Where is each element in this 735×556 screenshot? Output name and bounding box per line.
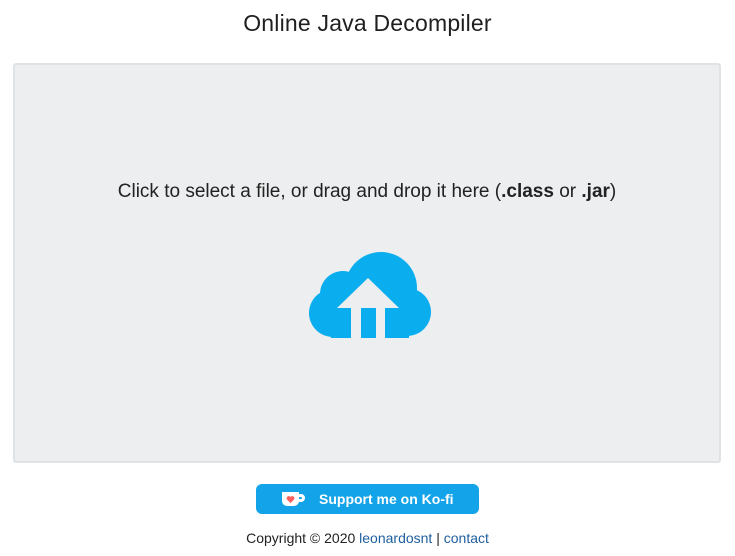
author-link[interactable]: leonardosnt	[359, 530, 432, 546]
dropzone-close-paren: )	[609, 181, 617, 202]
kofi-button-label: Support me on Ko-fi	[319, 491, 454, 507]
footer-separator: |	[432, 530, 444, 546]
dropzone-prompt-text: Click to select a file, or drag and drop…	[117, 181, 502, 202]
page-title: Online Java Decompiler	[243, 10, 492, 36]
dropzone-prompt: Click to select a file, or drag and drop…	[15, 181, 719, 203]
page: Online Java Decompiler Click to select a…	[0, 0, 735, 556]
copyright-text: Copyright © 2020	[246, 530, 360, 546]
kofi-support-button[interactable]: Support me on Ko-fi	[256, 484, 479, 514]
class-extension: .class	[501, 181, 554, 202]
jar-extension: .jar	[581, 181, 610, 202]
kofi-cup-icon	[282, 492, 305, 506]
cloud-upload-icon[interactable]	[303, 250, 433, 338]
contact-link[interactable]: contact	[444, 530, 489, 546]
file-dropzone[interactable]: Click to select a file, or drag and drop…	[13, 63, 721, 463]
footer: Copyright © 2020 leonardosnt | contact	[0, 530, 735, 546]
dropzone-or-text: or	[553, 181, 582, 202]
